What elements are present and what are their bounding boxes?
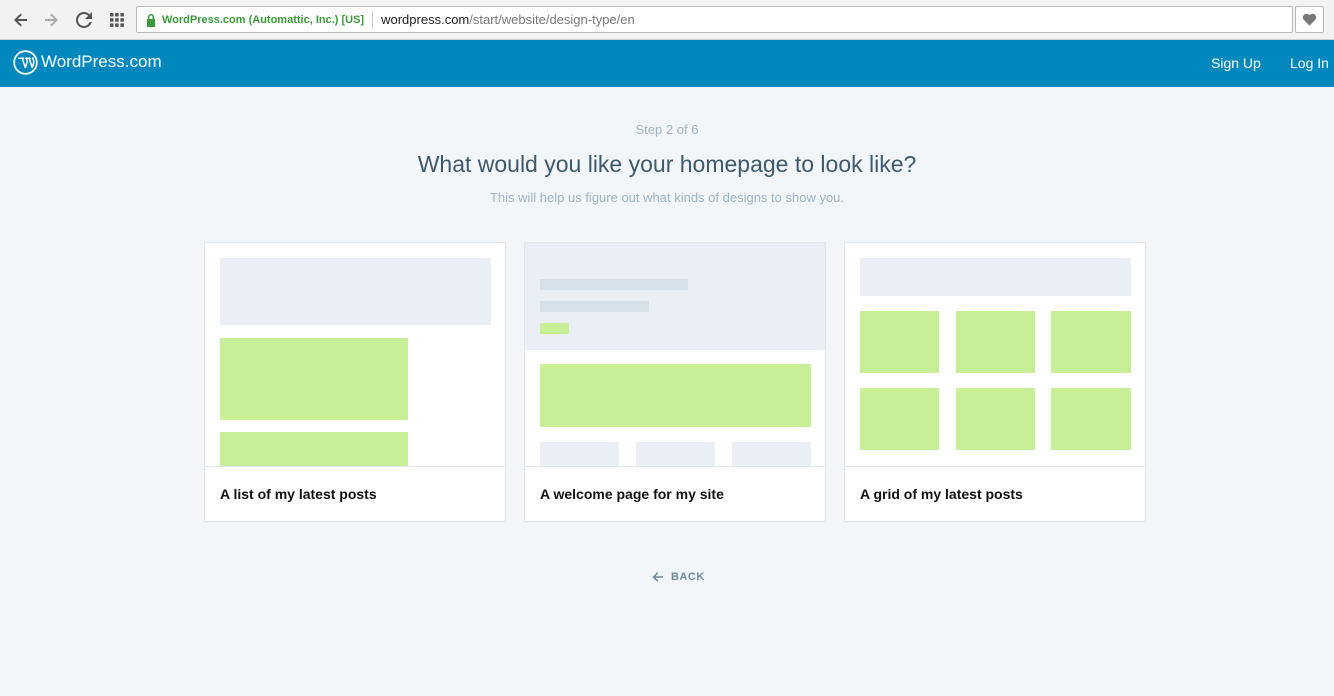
preview-grid-tile — [956, 388, 1035, 450]
preview-button-block — [540, 323, 569, 334]
url-path: /start/website/design-type/en — [469, 12, 635, 27]
option-label: A welcome page for my site — [540, 486, 724, 502]
apps-icon[interactable] — [106, 9, 128, 31]
preview-heading-line — [540, 279, 688, 290]
preview-header-block — [220, 258, 491, 325]
reload-icon[interactable] — [73, 9, 95, 31]
preview-column-block — [732, 442, 811, 466]
design-option-grid[interactable]: A grid of my latest posts — [844, 242, 1146, 522]
preview-post-block — [220, 432, 408, 466]
preview-column-block — [540, 442, 619, 466]
security-label: WordPress.com (Automattic, Inc.) [US] — [162, 13, 365, 26]
list-layout-preview — [205, 243, 505, 467]
preview-grid-tile — [860, 388, 939, 450]
design-option-welcome[interactable]: A welcome page for my site — [524, 242, 826, 522]
preview-grid-tile — [956, 311, 1035, 373]
design-option-list[interactable]: A list of my latest posts — [204, 242, 506, 522]
lock-icon — [147, 13, 155, 27]
preview-column-block — [636, 442, 715, 466]
step-indicator: Step 2 of 6 — [635, 122, 699, 137]
preview-header-block — [860, 258, 1131, 296]
preview-grid-tile — [1051, 311, 1131, 373]
wordpress-logo-icon[interactable] — [13, 50, 38, 75]
option-label: A grid of my latest posts — [860, 486, 1023, 502]
grid-layout-preview — [845, 243, 1145, 467]
login-link[interactable]: Log In — [1290, 55, 1329, 71]
url-host: wordpress.com — [381, 12, 470, 27]
browser-toolbar: WordPress.com (Automattic, Inc.) [US] wo… — [0, 0, 1334, 40]
preview-hero-block — [525, 243, 825, 350]
url-divider — [372, 11, 374, 28]
preview-post-block — [220, 338, 408, 420]
address-bar[interactable]: WordPress.com (Automattic, Inc.) [US] wo… — [136, 6, 1293, 33]
back-button[interactable]: BACK — [651, 570, 705, 584]
preview-grid-tile — [1051, 388, 1131, 450]
preview-text-line — [540, 301, 649, 312]
masterbar: WordPress.com Sign Up Log In — [0, 40, 1334, 87]
option-label: A list of my latest posts — [220, 486, 377, 502]
preview-grid-tile — [860, 311, 939, 373]
signup-link[interactable]: Sign Up — [1211, 55, 1261, 71]
heart-icon[interactable] — [1295, 6, 1324, 33]
back-icon[interactable] — [10, 9, 32, 31]
back-label: BACK — [671, 571, 705, 583]
arrow-left-icon — [652, 572, 663, 582]
preview-content-block — [540, 364, 811, 427]
brand-name[interactable]: WordPress.com — [41, 52, 162, 72]
welcome-layout-preview — [525, 243, 825, 467]
page-title: What would you like your homepage to loo… — [417, 151, 917, 177]
forward-icon[interactable] — [40, 9, 62, 31]
page-subtitle: This will help us figure out what kinds … — [489, 190, 845, 205]
